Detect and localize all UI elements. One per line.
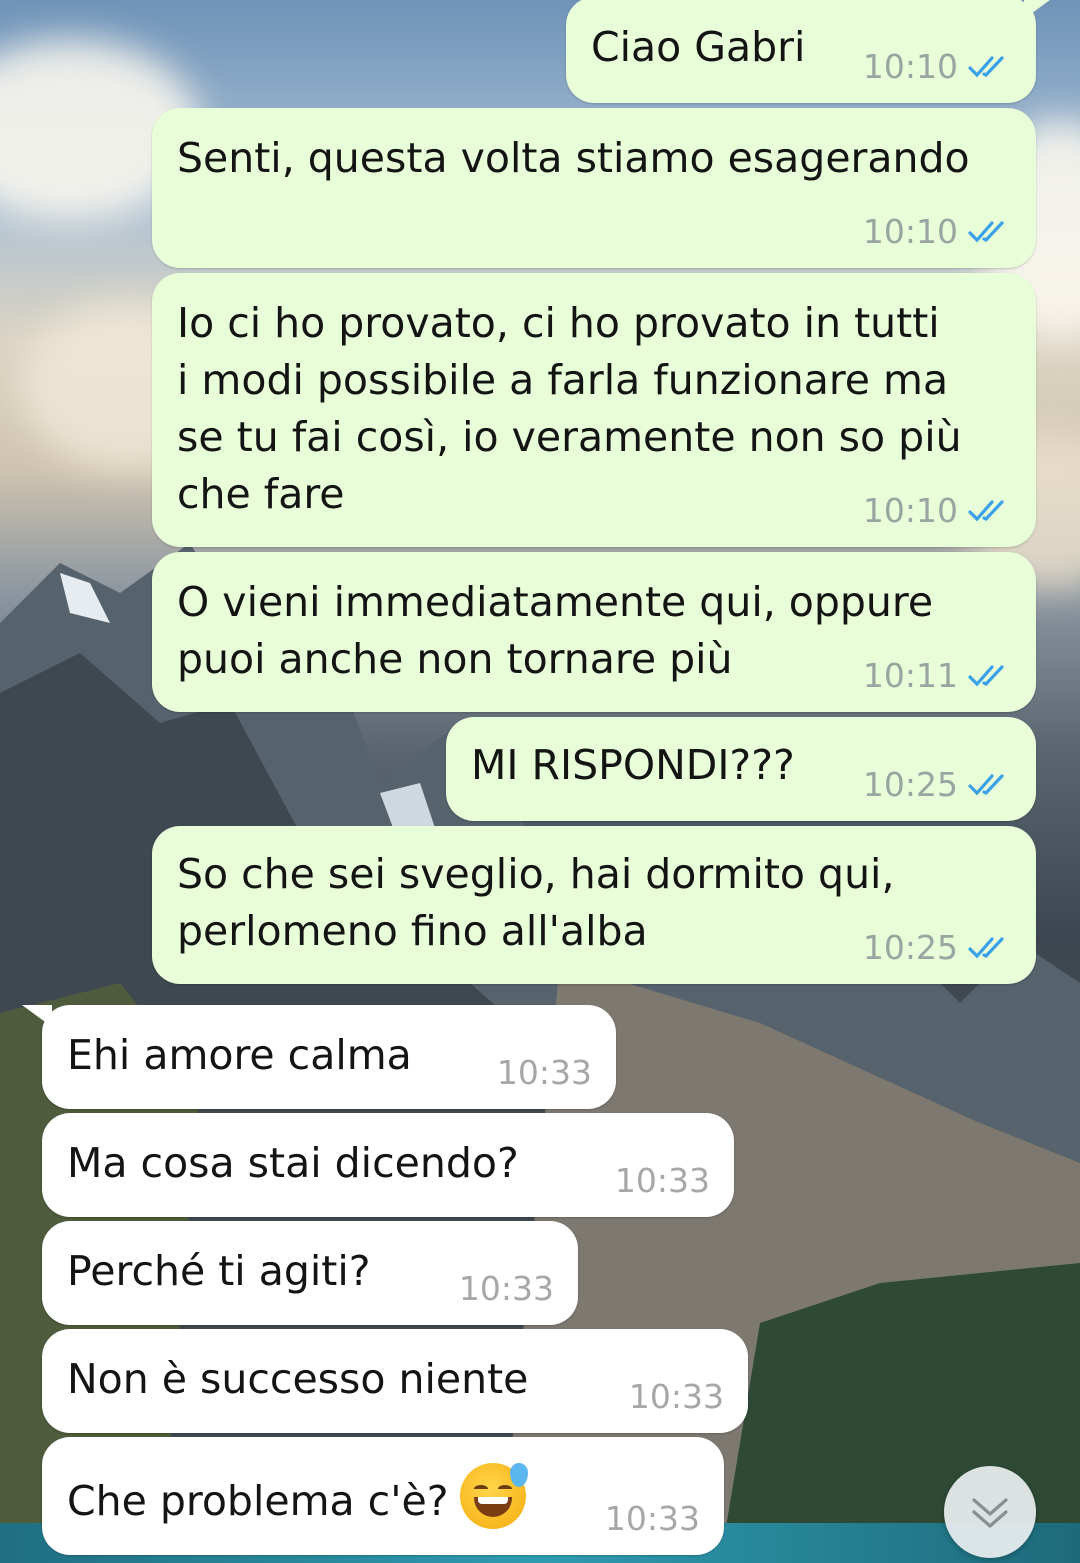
message-meta: 10:25	[863, 930, 1012, 966]
double-check-icon	[968, 221, 1004, 243]
message-bubble-outgoing[interactable]: Senti, questa volta stiamo esagerando 10…	[152, 108, 1036, 268]
message-time: 10:33	[496, 1053, 592, 1092]
message-list[interactable]: Ciao Gabri 10:10 Senti, questa volta sti…	[0, 0, 1080, 1563]
scroll-to-bottom-button[interactable]	[944, 1466, 1036, 1558]
double-check-icon	[968, 56, 1004, 78]
message-bubble-incoming[interactable]: Ehi amore calma 10:33	[22, 1005, 616, 1109]
message-time: 10:10	[862, 212, 958, 251]
message-meta: 10:33	[459, 1271, 554, 1307]
message-text: Perché ti agiti?	[67, 1247, 371, 1295]
message-meta: 10:33	[605, 1501, 700, 1537]
message-time: 10:10	[862, 47, 958, 86]
message-text: Ehi amore calma	[67, 1031, 412, 1079]
message-meta: 10:10	[863, 493, 1012, 529]
message-time: 10:10	[862, 491, 958, 530]
message-time: 10:33	[458, 1269, 554, 1308]
message-bubble-incoming[interactable]: Ma cosa stai dicendo? 10:33	[42, 1113, 734, 1217]
message-time: 10:33	[604, 1499, 700, 1538]
double-check-icon	[968, 774, 1004, 796]
message-bubble-incoming[interactable]: Non è successo niente 10:33	[42, 1329, 748, 1433]
message-text: Ciao Gabri	[591, 23, 806, 71]
message-bubble-outgoing[interactable]: MI RISPONDI??? 10:25	[446, 717, 1036, 821]
message-time: 10:33	[614, 1161, 710, 1200]
double-check-icon	[968, 665, 1004, 687]
double-check-icon	[968, 937, 1004, 959]
message-meta: 10:11	[863, 658, 1012, 694]
message-text: Che problema c'è?	[67, 1463, 529, 1530]
chevron-double-down-icon	[972, 1498, 1008, 1528]
message-meta: 10:10	[863, 214, 1012, 250]
message-time: 10:33	[628, 1377, 724, 1416]
message-meta: 10:33	[497, 1055, 592, 1091]
message-bubble-incoming[interactable]: Perché ti agiti? 10:33	[42, 1221, 578, 1325]
message-bubble-outgoing[interactable]: So che sei sveglio, hai dormito qui, perl…	[152, 826, 1036, 984]
message-meta: 10:33	[629, 1379, 724, 1415]
message-time: 10:11	[862, 656, 958, 695]
message-time: 10:25	[862, 928, 958, 967]
double-check-icon	[968, 500, 1004, 522]
message-time: 10:25	[862, 765, 958, 804]
message-bubble-outgoing[interactable]: Io ci ho provato, ci ho provato in tutti…	[152, 273, 1036, 547]
message-text: Io ci ho provato, ci ho provato in tutti…	[177, 299, 962, 518]
message-text: Senti, questa volta stiamo esagerando	[177, 134, 970, 182]
message-text: So che sei sveglio, hai dormito qui, perl…	[177, 850, 895, 955]
message-meta: 10:25	[863, 767, 1012, 803]
message-text: MI RISPONDI???	[471, 741, 795, 789]
message-text: Ma cosa stai dicendo?	[67, 1139, 519, 1187]
message-meta: 10:10	[863, 49, 1012, 85]
message-text: O vieni immediatamente qui, oppure puoi a…	[177, 578, 934, 683]
message-text: Non è successo niente	[67, 1355, 529, 1403]
grinning-face-with-sweat-icon	[460, 1463, 529, 1529]
message-bubble-incoming[interactable]: Che problema c'è? 10:33	[42, 1437, 724, 1555]
message-bubble-outgoing[interactable]: Ciao Gabri 10:10	[566, 0, 1054, 103]
message-bubble-outgoing[interactable]: O vieni immediatamente qui, oppure puoi a…	[152, 552, 1036, 712]
message-meta: 10:33	[615, 1163, 710, 1199]
